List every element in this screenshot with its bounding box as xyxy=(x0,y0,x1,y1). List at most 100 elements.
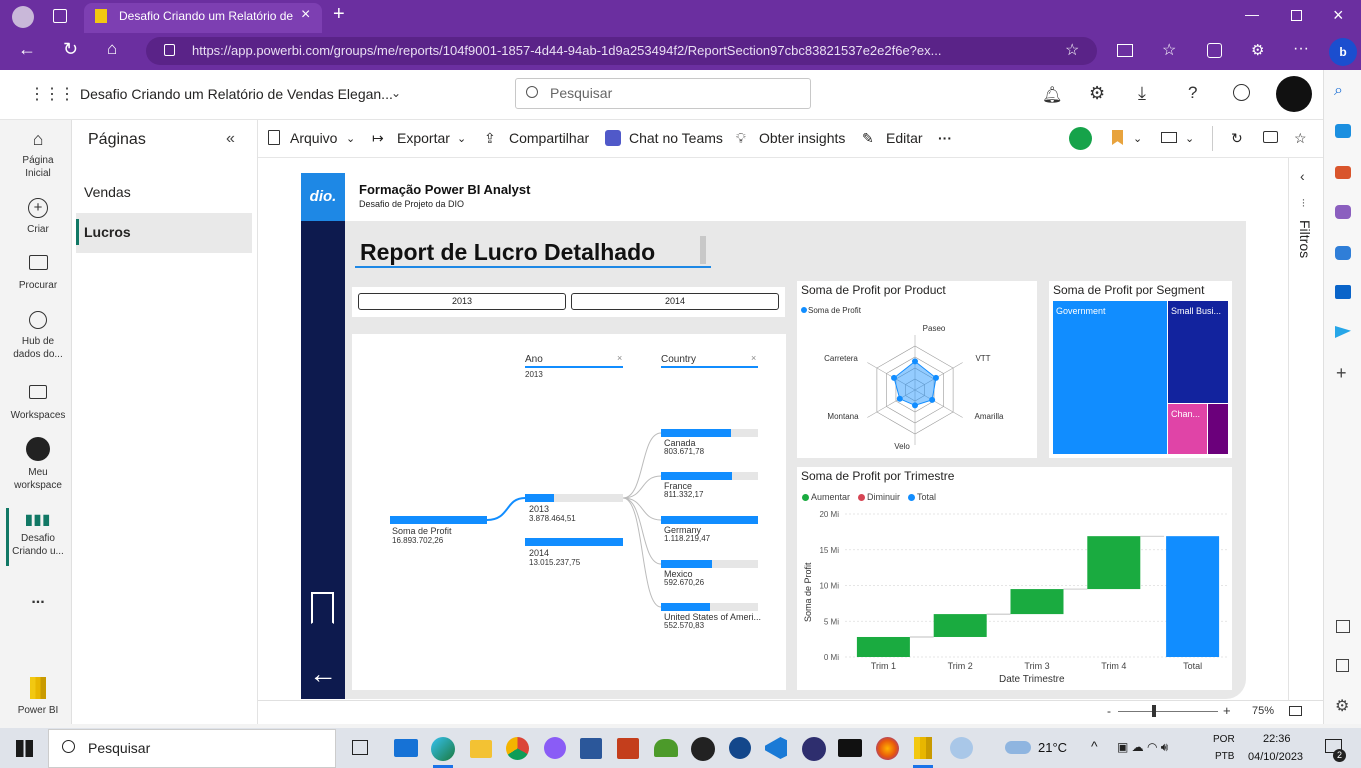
waterfall-bar[interactable] xyxy=(1087,536,1141,590)
app-icon-translator[interactable] xyxy=(729,737,751,759)
zoom-out-button[interactable]: - xyxy=(1107,704,1111,718)
expand-filters-icon[interactable]: ‹ xyxy=(1300,168,1305,184)
mail-icon[interactable] xyxy=(394,739,418,757)
chevron-down-icon[interactable]: ⌄ xyxy=(457,132,466,145)
sidebar-games-icon[interactable] xyxy=(1335,205,1351,219)
treemap-tile-other[interactable] xyxy=(1208,404,1228,454)
language-bottom[interactable]: PTB xyxy=(1215,751,1234,762)
restore-icon[interactable] xyxy=(1291,10,1302,21)
sidebar-office-icon[interactable] xyxy=(1335,246,1351,260)
treemap-tile-small-business[interactable]: Small Busi... xyxy=(1168,301,1228,403)
fit-page-icon[interactable] xyxy=(1289,706,1302,716)
radar-point[interactable] xyxy=(912,358,918,365)
tray-icons[interactable]: ▣ ☁ ◠ 🔊︎ xyxy=(1117,740,1168,755)
nav-home[interactable]: ⌂ Página Inicial xyxy=(2,128,74,180)
sidebar-shopping-icon[interactable] xyxy=(1335,124,1351,138)
filters-label[interactable]: Filtros xyxy=(1297,220,1313,258)
favorite-icon[interactable]: ☆ xyxy=(1294,130,1307,147)
language-top[interactable]: POR xyxy=(1213,734,1235,745)
search-input[interactable]: Pesquisar xyxy=(515,78,811,109)
bell-icon[interactable]: 🔔︎ xyxy=(1042,85,1062,105)
word-icon[interactable] xyxy=(580,738,602,759)
comment-icon[interactable] xyxy=(1263,131,1278,143)
split-screen-icon[interactable] xyxy=(1117,44,1133,57)
nav-browse[interactable]: Procurar xyxy=(2,255,74,292)
url-field[interactable]: https://app.powerbi.com/groups/me/report… xyxy=(146,37,1097,65)
page-item-vendas[interactable]: Vendas xyxy=(84,184,131,200)
slicer-button-2014[interactable]: 2014 xyxy=(571,293,779,310)
chat-teams-button[interactable]: Chat no Teams xyxy=(629,130,723,146)
clock-time[interactable]: 22:36 xyxy=(1263,733,1291,745)
radar-point[interactable] xyxy=(912,402,918,409)
zoom-slider-track[interactable] xyxy=(1118,711,1218,712)
avatar[interactable] xyxy=(1276,76,1312,112)
nav-more[interactable]: ... xyxy=(2,591,74,607)
close-icon[interactable]: × xyxy=(751,353,756,363)
compartilhar-button[interactable]: Compartilhar xyxy=(509,130,589,146)
app-icon-purple[interactable] xyxy=(544,737,566,759)
view-icon[interactable] xyxy=(1161,132,1177,143)
sidebar-layout-icon[interactable] xyxy=(1336,620,1350,633)
nav-current-report[interactable]: ▮▮▮ Desafio Criando u... xyxy=(2,512,74,558)
waterfall-bar[interactable] xyxy=(933,614,987,637)
zoom-slider-handle[interactable] xyxy=(1152,705,1156,717)
close-window-icon[interactable]: × xyxy=(1333,5,1344,26)
waterfall-bar[interactable] xyxy=(856,636,910,657)
gear-icon[interactable]: ⚙ xyxy=(1089,83,1105,104)
tab-close-icon[interactable]: × xyxy=(301,6,310,24)
bing-icon[interactable]: b xyxy=(1329,38,1357,66)
slicer-button-2013[interactable]: 2013 xyxy=(358,293,566,310)
sidebar-settings-icon[interactable]: ⚙ xyxy=(1335,696,1349,716)
app-icon-wifi[interactable] xyxy=(654,739,678,757)
collections-icon[interactable] xyxy=(1207,43,1222,58)
sidebar-tools-icon[interactable] xyxy=(1335,166,1351,179)
report-title[interactable]: Desafio Criando um Relatório de Vendas E… xyxy=(80,86,393,102)
weather-temp[interactable]: 21°C xyxy=(1038,740,1067,755)
sidebar-search-icon[interactable]: ⌕ xyxy=(1334,82,1343,100)
feedback-smiley-icon[interactable] xyxy=(1233,84,1250,101)
waterfall-bar[interactable] xyxy=(1166,536,1220,657)
nav-create[interactable]: + Criar xyxy=(2,198,74,236)
treemap-tile-government[interactable]: Government xyxy=(1053,301,1167,454)
more-options-button[interactable]: ··· xyxy=(938,130,952,146)
refresh-icon[interactable]: ↻ xyxy=(1231,130,1243,147)
page-item-lucros[interactable]: Lucros xyxy=(84,224,131,240)
close-icon[interactable]: × xyxy=(617,353,622,363)
chrome-icon[interactable] xyxy=(506,737,529,760)
tree-root-bar[interactable] xyxy=(390,516,487,524)
clock-date[interactable]: 04/10/2023 xyxy=(1248,751,1303,763)
insights-button[interactable]: Obter insights xyxy=(759,130,845,146)
sidebar-external-icon[interactable] xyxy=(1336,659,1349,672)
collapse-pages-icon[interactable]: « xyxy=(226,130,235,148)
firefox-icon[interactable] xyxy=(876,737,899,760)
chevron-down-icon[interactable]: ⌄ xyxy=(1185,132,1194,145)
app-icon-disk[interactable] xyxy=(802,737,826,761)
nav-my-workspace[interactable]: Meu workspace xyxy=(2,437,74,492)
powerpoint-icon[interactable] xyxy=(617,738,639,759)
radar-point[interactable] xyxy=(896,395,903,402)
refresh-icon[interactable]: ↻ xyxy=(63,39,78,60)
paint-icon[interactable] xyxy=(950,737,973,759)
home-icon[interactable]: ⌂ xyxy=(107,39,117,59)
sidebar-add-icon[interactable]: + xyxy=(1336,363,1347,384)
profile-icon[interactable] xyxy=(12,6,34,28)
explorer-icon[interactable] xyxy=(470,740,492,758)
back-arrow-icon[interactable]: ← xyxy=(309,656,337,692)
zoom-level[interactable]: 75% xyxy=(1252,705,1274,717)
arquivo-menu[interactable]: Arquivo xyxy=(290,130,337,146)
app-launcher-icon[interactable]: ⋮⋮⋮ xyxy=(29,84,75,104)
new-tab-icon[interactable]: + xyxy=(333,3,345,26)
favorite-star-icon[interactable]: ☆ xyxy=(1065,40,1079,60)
nav-workspaces[interactable]: Workspaces xyxy=(2,385,74,422)
treemap-tile-channel[interactable]: Chan... xyxy=(1168,404,1207,454)
waterfall-bar[interactable] xyxy=(1010,589,1064,615)
radar-point[interactable] xyxy=(929,396,936,403)
app-icon-panda[interactable] xyxy=(691,737,715,761)
radar-point[interactable] xyxy=(932,374,939,381)
chevron-down-icon[interactable]: ⌄ xyxy=(346,132,355,145)
nav-powerbi[interactable]: Power BI xyxy=(2,677,74,717)
extensions-icon[interactable]: ⚙ xyxy=(1251,41,1264,59)
sidebar-outlook-icon[interactable] xyxy=(1335,285,1351,299)
download-icon[interactable]: ⤓ xyxy=(1138,83,1146,104)
task-view-icon[interactable] xyxy=(352,740,368,755)
